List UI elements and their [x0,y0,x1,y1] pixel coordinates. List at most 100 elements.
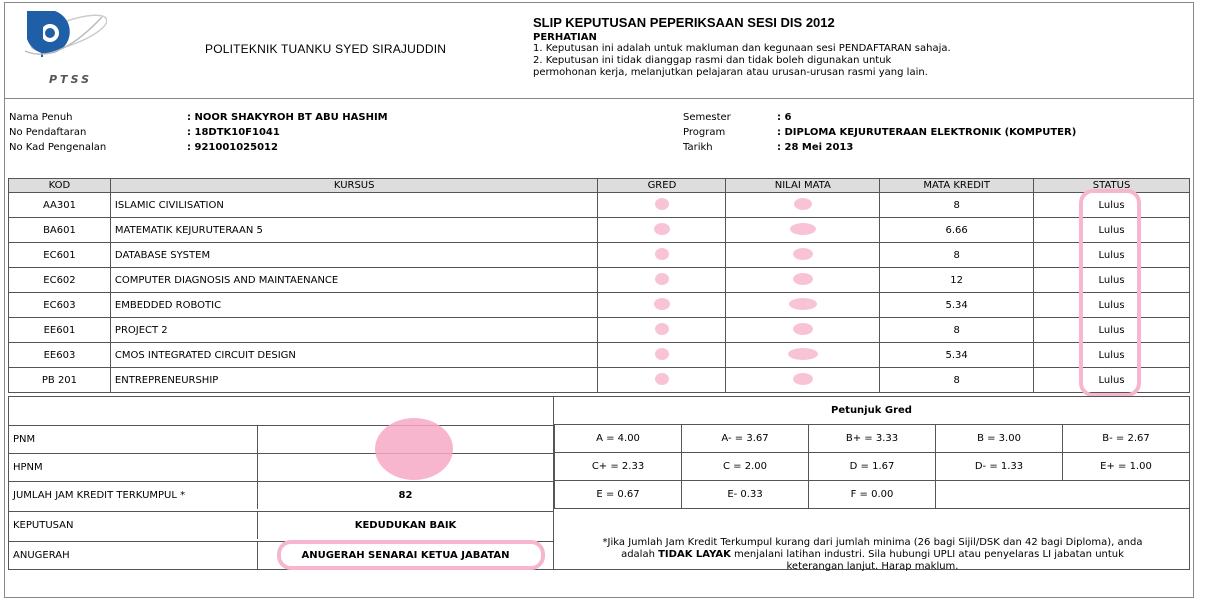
redaction-mark [792,272,813,285]
redaction-mark [654,247,669,260]
course-nilai [725,217,881,243]
keputusan-value: KEDUDUKAN BAIK [354,520,457,531]
redaction-mark [788,297,817,310]
name-label: Nama Penuh [9,112,73,123]
ic-label: No Kad Pengenalan [9,142,107,153]
courses-table: KOD KURSUS GRED NILAI MATA MATA KREDIT S… [8,178,1190,393]
school-name: POLITEKNIK TUANKU SYED SIRAJUDDIN [205,42,447,56]
footnote-line-2: adalah TIDAK LAYAK menjalani latihan ind… [621,549,1124,560]
course-name: EMBEDDED ROBOTIC [109,292,599,318]
grade-guide-cell: A = 4.00 [554,424,682,453]
date-value: : 28 Mei 2013 [777,142,854,153]
grade-guide-cell: B+ = 3.33 [808,424,936,453]
course-kod: EC601 [8,242,111,268]
slip-header: PTSS POLITEKNIK TUANKU SYED SIRAJUDDIN S… [5,3,1193,99]
grade-guide-box: Petunjuk Gred A = 4.00 A- = 3.67 B+ = 3.33… [553,396,1190,573]
grade-guide-cell: B- = 2.67 [1062,424,1190,453]
course-kredit: 6.66 [879,217,1035,243]
course-kod: EE601 [8,317,111,343]
redaction-blob [375,418,453,480]
table-row: EE603 CMOS INTEGRATED CIRCUIT DESIGN 5.34 L… [8,342,1190,368]
col-kod: KOD [8,178,111,193]
course-kod: EC603 [8,292,111,318]
table-row: BA601 MATEMATIK KEJURUTERAAN 5 6.66 Lulus [8,217,1190,243]
name-value: : NOOR SHAKYROH BT ABU HASHIM [187,112,388,123]
table-row: AA301 ISLAMIC CIVILISATION 8 Lulus [8,192,1190,218]
hpnm-row: HPNM [9,453,553,481]
grade-guide-cell: C = 2.00 [681,452,809,481]
pnm-row: PNM [9,425,553,453]
course-name: DATABASE SYSTEM [109,242,599,268]
ptss-logo: PTSS [17,5,108,91]
course-gred [597,342,727,368]
course-nilai [725,342,881,368]
course-name: CMOS INTEGRATED CIRCUIT DESIGN [109,342,599,368]
perhatian-label: PERHATIAN [533,32,597,43]
grade-guide-cell: E+ = 1.00 [1062,452,1190,481]
col-mata-kredit: MATA KREDIT [879,178,1035,193]
status-highlight [1079,189,1141,397]
note-2a: 2. Keputusan ini tidak dianggap rasmi da… [533,55,892,66]
course-gred [597,217,727,243]
grade-guide-cell: F = 0.00 [808,480,936,509]
grade-guide-cell: E = 0.67 [554,480,682,509]
credit-row: JUMLAH JAM KREDIT TERKUMPUL * 82 [9,481,553,509]
redaction-mark [653,297,670,310]
program-value: : DIPLOMA KEJURUTERAAN ELEKTRONIK (KOMPU… [777,127,1077,138]
course-kredit: 5.34 [879,342,1035,368]
grade-guide-table: A = 4.00 A- = 3.67 B+ = 3.33 B = 3.00 B- = 2… [554,424,1190,509]
redaction-mark [654,347,669,360]
date-label: Tarikh [683,142,713,153]
grade-guide-cell: E- 0.33 [681,480,809,509]
course-name: PROJECT 2 [109,317,599,343]
grade-guide-cell: A- = 3.67 [681,424,809,453]
course-nilai [725,267,881,293]
redaction-mark [789,222,816,235]
credit-label: JUMLAH JAM KREDIT TERKUMPUL * [13,490,186,501]
course-nilai [725,242,881,268]
course-kod: BA601 [8,217,111,243]
course-gred [597,367,727,393]
course-kredit: 8 [879,367,1035,393]
course-gred [597,267,727,293]
table-row: EC601 DATABASE SYSTEM 8 Lulus [8,242,1190,268]
course-gred [597,192,727,218]
course-nilai [725,367,881,393]
course-kod: AA301 [8,192,111,218]
footnote: *Jika Jumlah Jam Kredit Terkumpul kurang… [560,537,1185,573]
grade-guide-cell: D- = 1.33 [935,452,1063,481]
course-kredit: 8 [879,192,1035,218]
grade-guide-cell [935,480,1190,509]
grade-guide-cell: C+ = 2.33 [554,452,682,481]
redaction-mark [792,247,813,260]
grade-guide-title: Petunjuk Gred [831,405,912,416]
redaction-mark [654,372,669,385]
redaction-mark [792,322,813,335]
footnote-line-1: *Jika Jumlah Jam Kredit Terkumpul kurang… [602,537,1143,548]
reg-value: : 18DTK10F1041 [187,127,280,138]
redaction-mark [793,197,812,210]
redaction-mark [792,372,813,385]
keputusan-label: KEPUTUSAN [13,520,74,531]
course-name: COMPUTER DIAGNOSIS AND MAINTAENANCE [109,267,599,293]
ic-value: : 921001025012 [187,142,278,153]
semester-value: : 6 [777,112,792,123]
grade-guide-row: E = 0.67 E- 0.33 F = 0.00 [554,480,1190,509]
table-row: EC603 EMBEDDED ROBOTIC 5.34 Lulus [8,292,1190,318]
redaction-mark [654,272,669,285]
grade-guide-cell: B = 3.00 [935,424,1063,453]
course-name: ISLAMIC CIVILISATION [109,192,599,218]
course-gred [597,317,727,343]
program-label: Program [683,127,726,138]
courses-header-row: KOD KURSUS GRED NILAI MATA MATA KREDIT S… [8,178,1190,193]
col-gred: GRED [597,178,727,193]
course-nilai [725,292,881,318]
grade-guide-row: A = 4.00 A- = 3.67 B+ = 3.33 B = 3.00 B- = 2… [554,424,1190,453]
reg-label: No Pendaftaran [9,127,87,138]
award-highlight [277,540,545,570]
pnm-label: PNM [13,434,36,445]
course-gred [597,292,727,318]
table-row: EC602 COMPUTER DIAGNOSIS AND MAINTAENANCE… [8,267,1190,293]
course-name: MATEMATIK KEJURUTERAAN 5 [109,217,599,243]
anugerah-label: ANUGERAH [13,550,70,561]
